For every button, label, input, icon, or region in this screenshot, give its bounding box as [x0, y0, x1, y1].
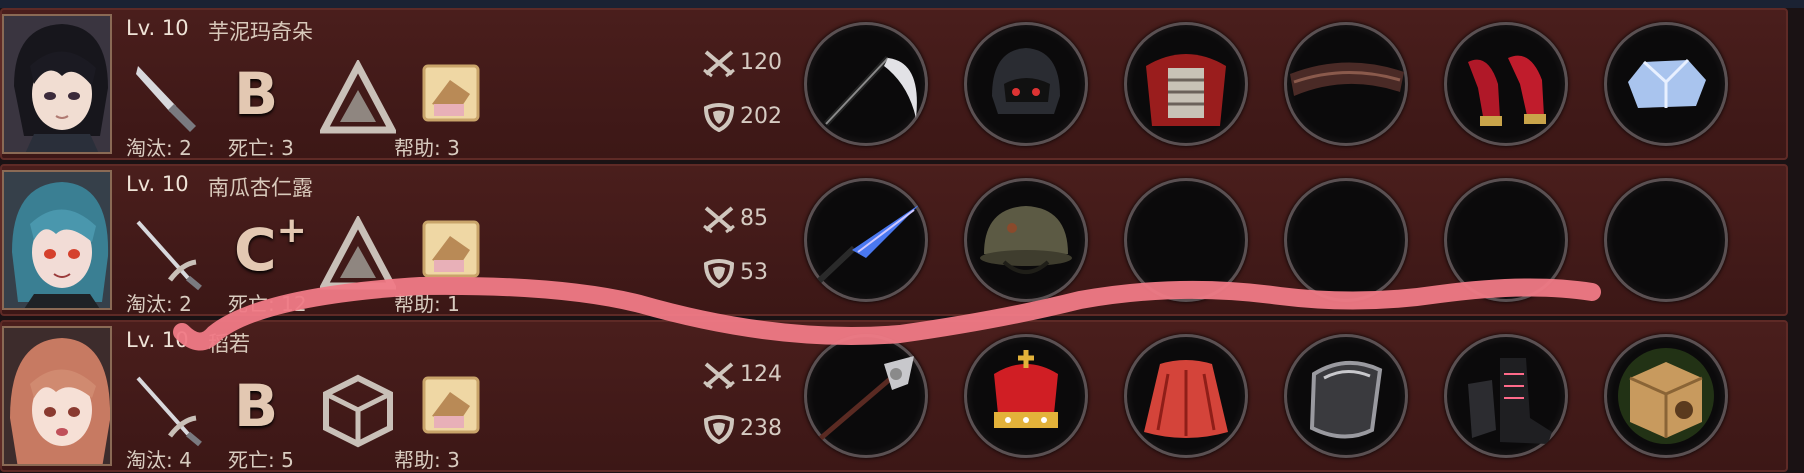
shield-icon — [702, 258, 736, 289]
deaths-stat: 死亡: 5 — [228, 448, 294, 472]
team-badge-icon[interactable] — [422, 64, 480, 122]
equipment-slot-accessory[interactable] — [1604, 22, 1728, 146]
attack-value: 120 — [740, 50, 782, 75]
blue-spear-icon — [815, 204, 920, 285]
player-name: 稻若 — [208, 332, 250, 356]
equipment-slot-arm[interactable] — [1284, 22, 1408, 146]
shield-icon — [702, 414, 736, 445]
equipment-slot-chest[interactable] — [1124, 22, 1248, 146]
triangle-tier-icon — [318, 214, 398, 292]
triangle-tier-icon — [318, 58, 398, 136]
equipment-slot-arm[interactable] — [1284, 334, 1408, 458]
crown-icon — [994, 350, 1058, 428]
equipment-slot-accessory[interactable] — [1604, 334, 1728, 458]
equipment-slot-arm[interactable] — [1284, 178, 1408, 302]
player-portrait[interactable] — [2, 326, 112, 466]
player-portrait[interactable] — [2, 170, 112, 310]
empty-slot — [1444, 178, 1568, 302]
empty-slot — [1284, 178, 1408, 302]
deaths-stat: 死亡: 3 — [228, 136, 294, 160]
tactical-helmet-icon — [992, 48, 1060, 114]
knife-icon — [130, 60, 206, 136]
shield-icon — [702, 102, 736, 133]
halberd-icon — [812, 356, 914, 446]
combat-boots-icon — [1468, 358, 1552, 444]
rank-badge: C+ — [234, 209, 307, 284]
equipment-slot-leg[interactable] — [1444, 22, 1568, 146]
rank-badge: B — [234, 60, 279, 128]
rapier-icon — [130, 216, 206, 292]
player-row-3[interactable]: Lv. 10 稻若 B 淘汰: 4 死亡: 5 帮助: 3 124 238 — [0, 320, 1788, 472]
scythe-icon — [823, 55, 917, 127]
player-name: 芋泥玛奇朵 — [208, 20, 313, 44]
army-helmet-icon — [980, 206, 1072, 274]
assists-stat: 帮助: 3 — [394, 136, 460, 160]
crossed-swords-icon — [702, 204, 736, 234]
black-shield-icon — [1309, 360, 1383, 439]
eliminations-stat: 淘汰: 2 — [126, 136, 192, 160]
wooden-bracer-icon — [1290, 62, 1404, 96]
top-bar — [0, 0, 1804, 8]
player-level: Lv. 10 — [126, 172, 189, 196]
empty-slot — [1124, 178, 1248, 302]
ice-crystal-icon — [1628, 58, 1706, 108]
red-armor-icon — [1146, 54, 1226, 126]
rank-badge: B — [234, 372, 279, 440]
team-badge-icon[interactable] — [422, 376, 480, 434]
equipment-slot-chest[interactable] — [1124, 178, 1248, 302]
red-cloak-icon — [1144, 360, 1228, 438]
equipment-slot-leg[interactable] — [1444, 334, 1568, 458]
equipment-slot-accessory[interactable] — [1604, 178, 1728, 302]
equipment-slot-head[interactable] — [964, 22, 1088, 146]
deaths-stat: 死亡: 12 — [228, 292, 307, 316]
equipment-slot-head[interactable] — [964, 334, 1088, 458]
equipment-slot-head[interactable] — [964, 178, 1088, 302]
red-heels-icon — [1468, 55, 1546, 126]
player-row-1[interactable]: Lv. 10 芋泥玛奇朵 B 淘汰: 2 死亡: 3 帮助: 3 120 202 — [0, 8, 1788, 160]
defense-value: 202 — [740, 104, 782, 129]
equipment-slot-weapon[interactable] — [804, 334, 928, 458]
player-name: 南瓜杏仁露 — [208, 176, 313, 200]
crossed-swords-icon — [702, 48, 736, 78]
attack-value: 85 — [740, 206, 768, 231]
eliminations-stat: 淘汰: 2 — [126, 292, 192, 316]
attack-value: 124 — [740, 362, 782, 387]
crossed-swords-icon — [702, 360, 736, 390]
player-portrait[interactable] — [2, 14, 112, 154]
equipment-slot-weapon[interactable] — [804, 178, 928, 302]
defense-value: 238 — [740, 416, 782, 441]
equipment-slot-leg[interactable] — [1444, 178, 1568, 302]
equipment-slot-weapon[interactable] — [804, 22, 928, 146]
player-level: Lv. 10 — [126, 16, 189, 40]
eliminations-stat: 淘汰: 4 — [126, 448, 192, 472]
assists-stat: 帮助: 1 — [394, 292, 460, 316]
team-badge-icon[interactable] — [422, 220, 480, 278]
cube-tier-icon — [320, 372, 396, 448]
empty-slot — [1604, 178, 1728, 302]
rapier-icon — [130, 372, 206, 448]
assists-stat: 帮助: 3 — [394, 448, 460, 472]
player-level: Lv. 10 — [126, 328, 189, 352]
player-row-2[interactable]: Lv. 10 南瓜杏仁露 C+ 淘汰: 2 死亡: 12 帮助: 1 85 53 — [0, 164, 1788, 316]
defense-value: 53 — [740, 260, 768, 285]
cat-crate-icon — [1618, 348, 1714, 444]
equipment-slot-chest[interactable] — [1124, 334, 1248, 458]
